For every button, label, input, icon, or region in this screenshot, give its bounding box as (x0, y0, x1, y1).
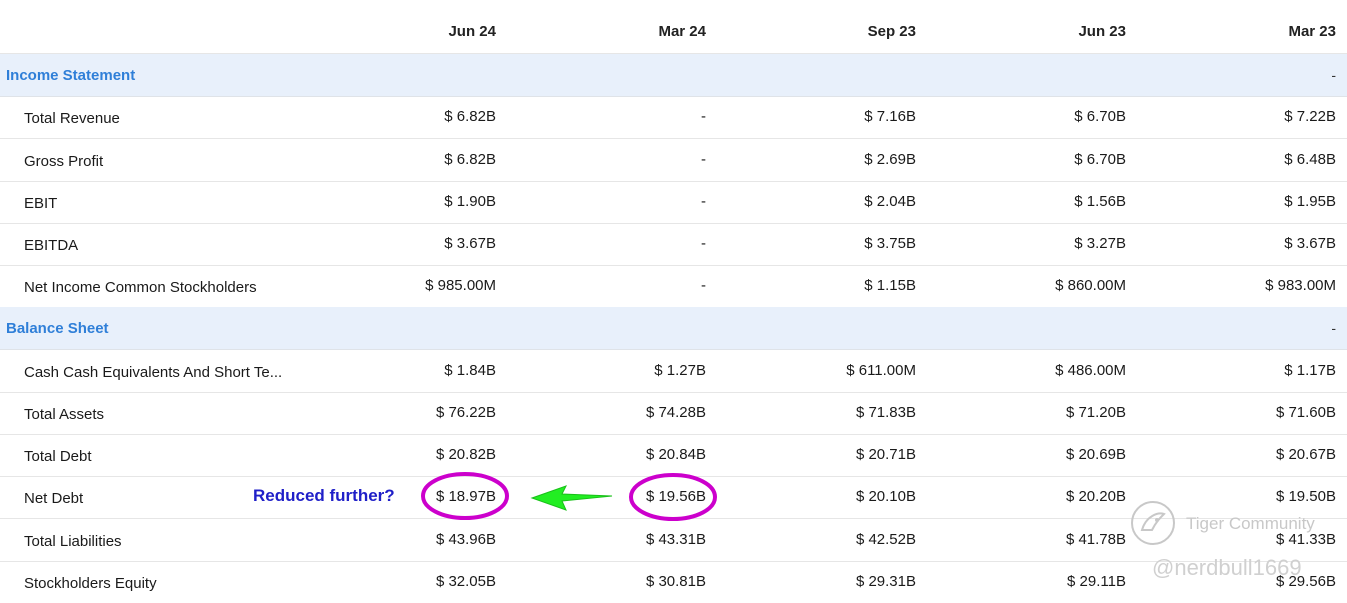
watermark-user: @nerdbull1669 (1152, 555, 1302, 580)
left-arrow-icon (530, 485, 613, 511)
tiger-logo-icon (1131, 501, 1175, 545)
highlight-circle-jun24 (421, 472, 509, 520)
watermark-brand: Tiger Community (1186, 514, 1315, 533)
highlight-circle-mar24 (629, 473, 717, 521)
